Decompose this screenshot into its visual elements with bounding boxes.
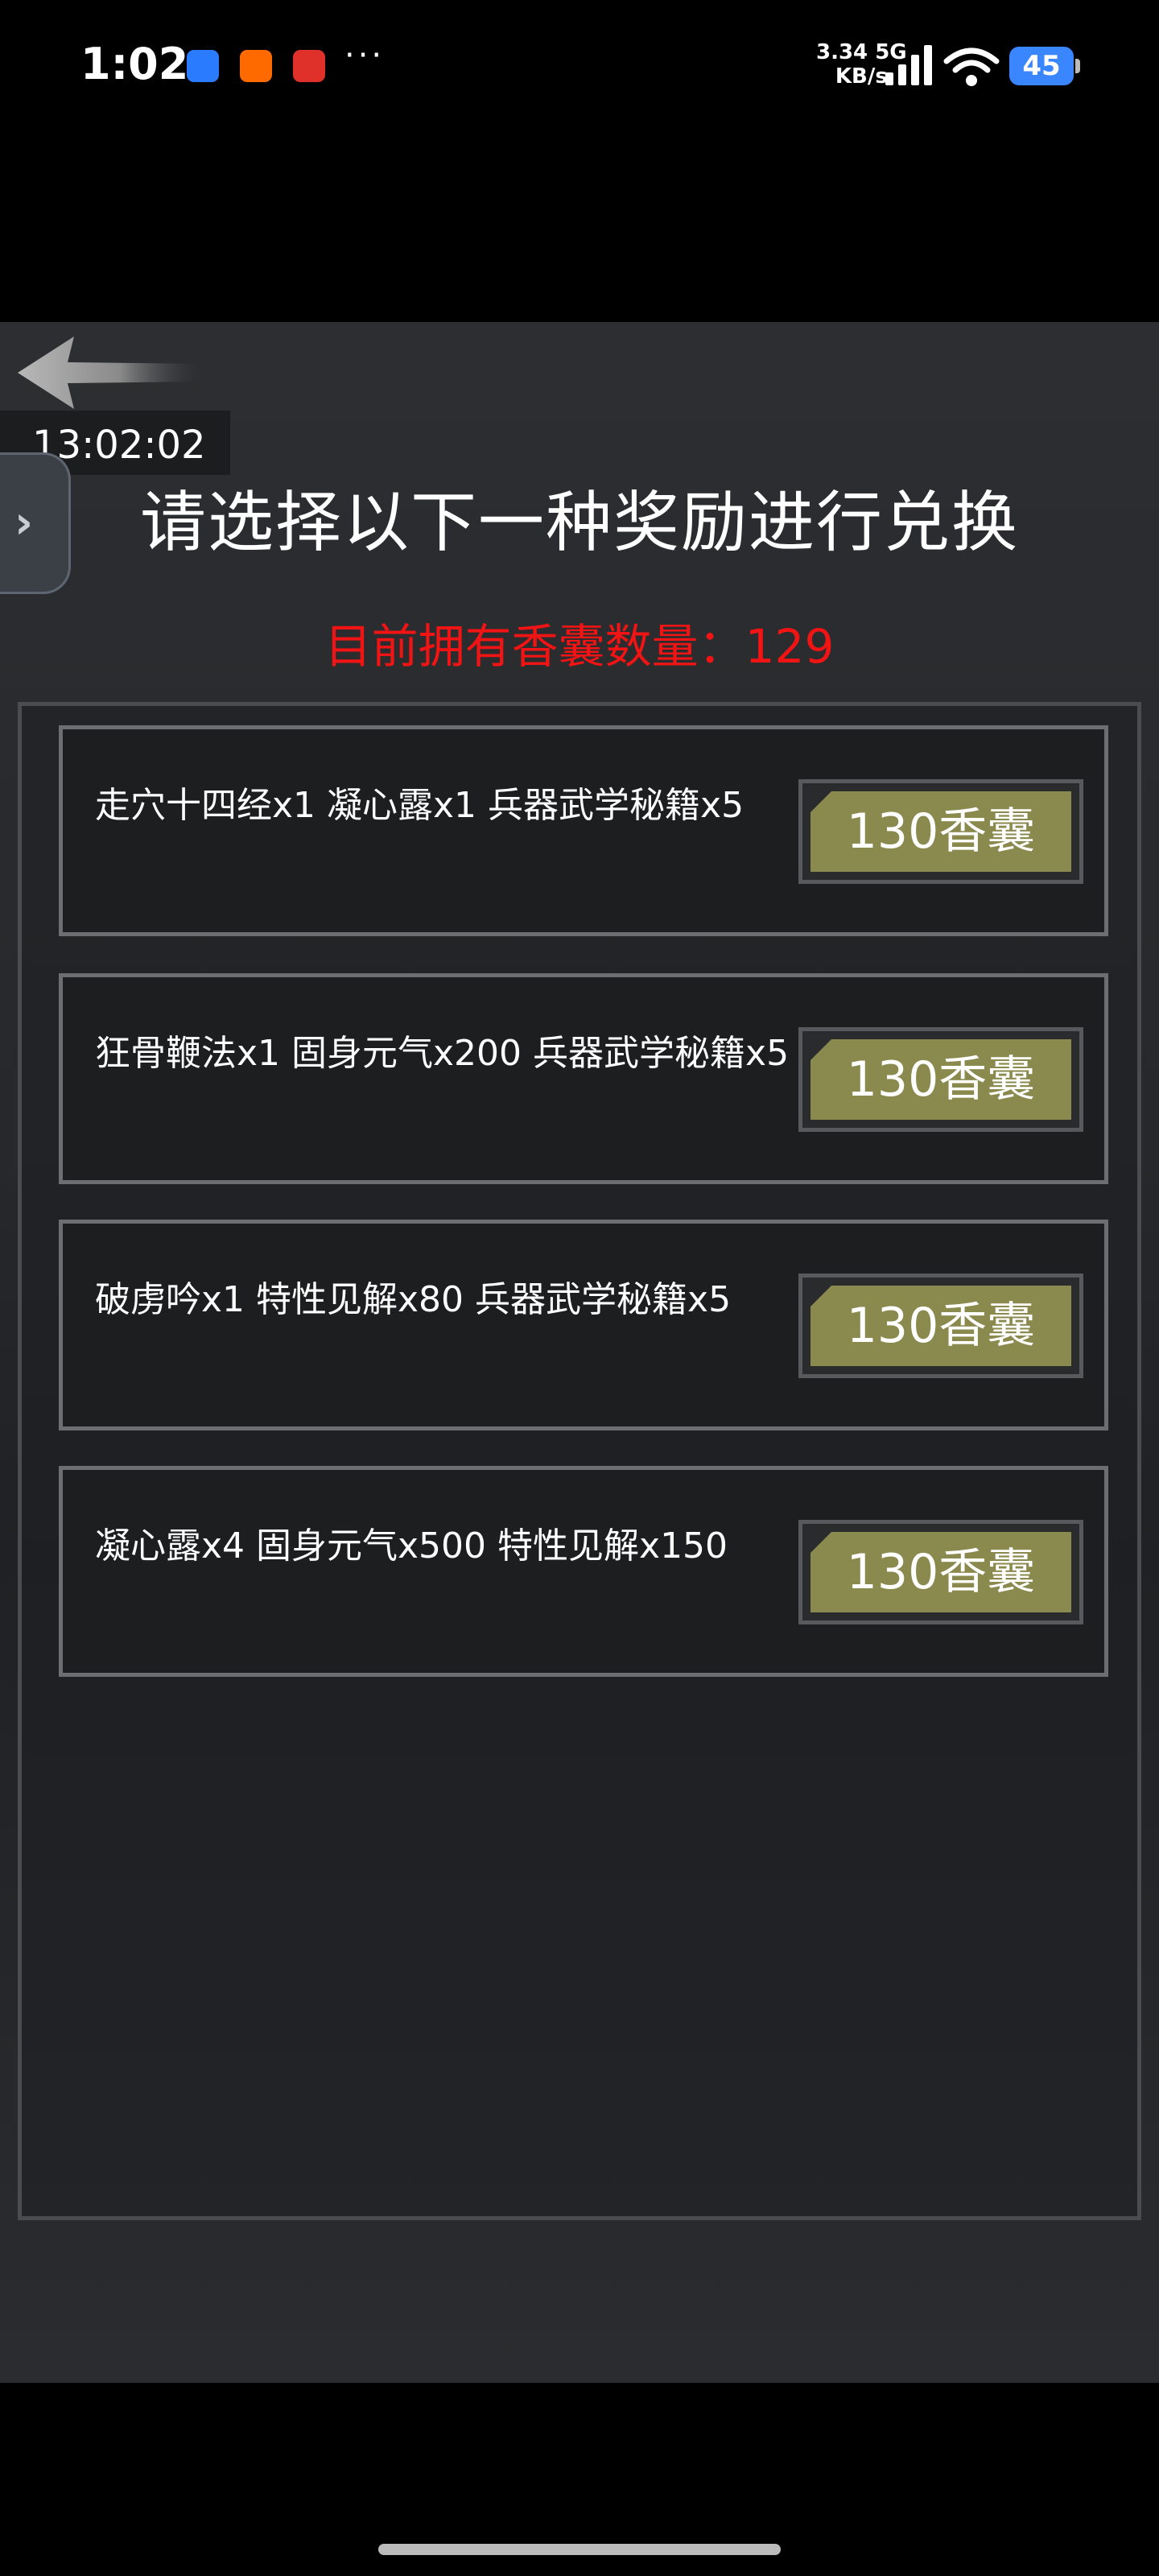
shopping-app-icon — [293, 50, 325, 82]
back-arrow-icon[interactable] — [18, 336, 203, 409]
exchange-button[interactable]: 130香囊 — [798, 1520, 1083, 1624]
reward-description: 狂骨鞭法x1 固身元气x200 兵器武学秘籍x5 — [95, 1033, 790, 1074]
battery-icon: 45 — [1009, 47, 1080, 85]
reward-item: 凝心露x4 固身元气x500 特性见解x150 130香囊 — [59, 1466, 1108, 1677]
exchange-button[interactable]: 130香囊 — [798, 1274, 1083, 1378]
cloud-app-icon — [187, 50, 219, 82]
exchange-button[interactable]: 130香囊 — [798, 1027, 1083, 1132]
exchange-button[interactable]: 130香囊 — [798, 779, 1083, 884]
reward-item: 狂骨鞭法x1 固身元气x200 兵器武学秘籍x5 130香囊 — [59, 973, 1108, 1184]
reward-item: 破虏吟x1 特性见解x80 兵器武学秘籍x5 130香囊 — [59, 1220, 1108, 1430]
status-bar: 1:02 ··· 3.34 5G KB/s 45 — [0, 0, 1159, 137]
more-notifications-icon: ··· — [344, 37, 386, 74]
reward-description: 走穴十四经x1 凝心露x1 兵器武学秘籍x5 — [95, 785, 744, 826]
exchange-cost: 130香囊 — [810, 1532, 1071, 1612]
mi-app-icon — [240, 50, 272, 82]
status-time: 1:02 — [80, 39, 189, 89]
page-title: 请选择以下一种奖励进行兑换 — [139, 485, 1019, 561]
reward-item: 走穴十四经x1 凝心露x1 兵器武学秘籍x5 130香囊 — [59, 725, 1108, 936]
reward-description: 破虏吟x1 特性见解x80 兵器武学秘籍x5 — [95, 1279, 732, 1320]
sachet-count: 目前拥有香囊数量：129 — [324, 619, 835, 674]
exchange-cost: 130香囊 — [810, 1286, 1071, 1366]
rewards-panel: 走穴十四经x1 凝心露x1 兵器武学秘籍x5 130香囊 狂骨鞭法x1 固身元气… — [18, 702, 1141, 2220]
exchange-cost: 130香囊 — [810, 1039, 1071, 1120]
signal-icon — [885, 45, 932, 85]
game-screen: 13:02:02 › 请选择以下一种奖励进行兑换 目前拥有香囊数量：129 走穴… — [0, 322, 1159, 2383]
reward-description: 凝心露x4 固身元气x500 特性见解x150 — [95, 1525, 728, 1567]
exchange-cost: 130香囊 — [810, 791, 1071, 872]
home-indicator[interactable] — [378, 2544, 781, 2555]
wifi-icon — [943, 47, 1000, 86]
